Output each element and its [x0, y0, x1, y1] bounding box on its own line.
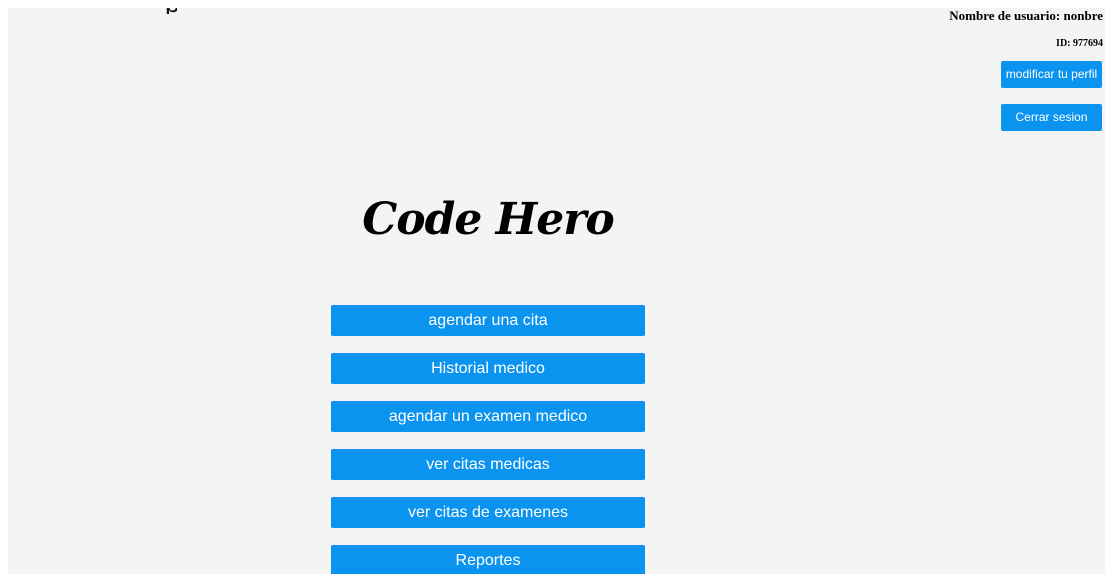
- medical-history-button[interactable]: Historial medico: [331, 353, 645, 384]
- view-exam-appointments-button[interactable]: ver citas de examenes: [331, 497, 645, 528]
- app-viewport: p Nombre de usuario: nonbre ID: 977694 m…: [8, 8, 1105, 574]
- schedule-exam-button[interactable]: agendar un examen medico: [331, 401, 645, 432]
- username-label: Nombre de usuario: nonbre: [949, 8, 1103, 23]
- reports-button[interactable]: Reportes: [331, 545, 645, 574]
- logout-button[interactable]: Cerrar sesion: [1001, 104, 1102, 131]
- user-info-panel: Nombre de usuario: nonbre ID: 977694: [949, 8, 1103, 50]
- main-menu: agendar una cita Historial medico agenda…: [331, 305, 645, 574]
- modify-profile-button[interactable]: modificar tu perfil: [1001, 61, 1102, 88]
- view-appointments-button[interactable]: ver citas medicas: [331, 449, 645, 480]
- user-id-label: ID: 977694: [1056, 38, 1103, 49]
- schedule-appointment-button[interactable]: agendar una cita: [331, 305, 645, 336]
- brand-logo: Code Hero: [362, 194, 615, 245]
- clipped-text-fragment: p: [165, 8, 177, 14]
